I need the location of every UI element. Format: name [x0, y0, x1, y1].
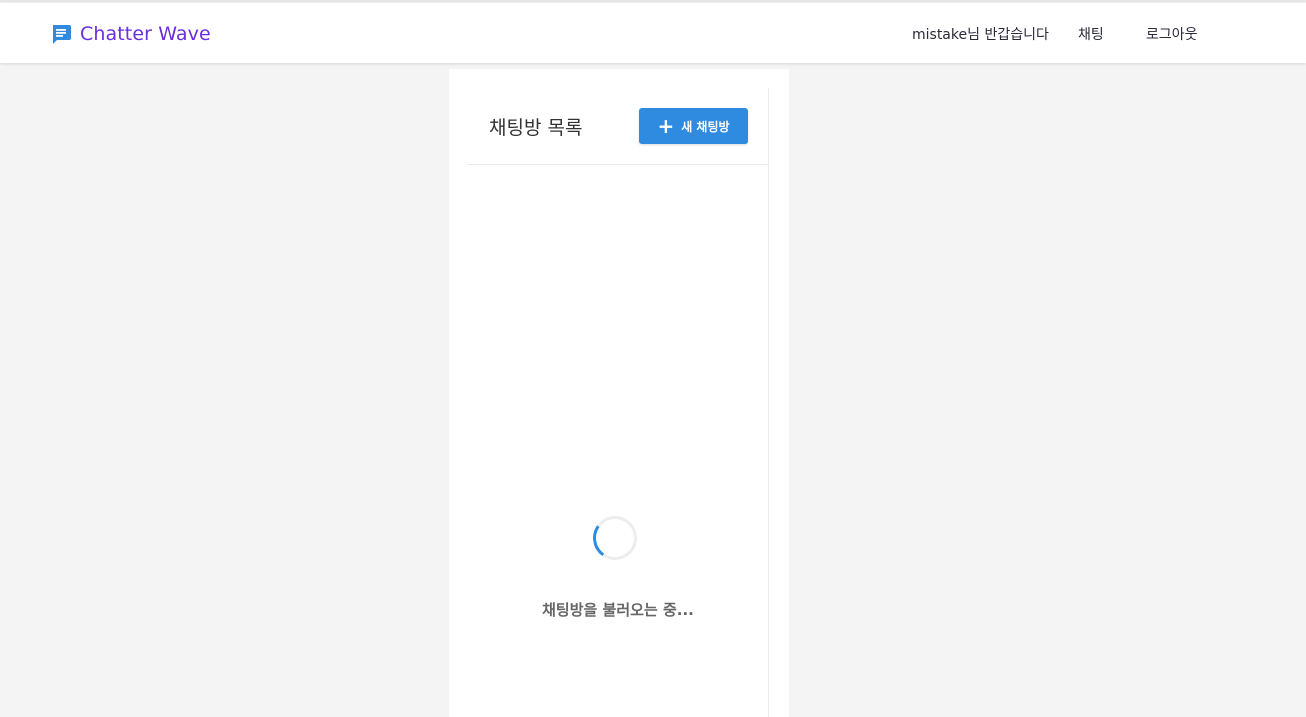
loading-message: 채팅방을 불러오는 중...	[542, 601, 694, 619]
chat-room-list: 채팅방 목록 + 새 채팅방 채팅방을 불러오는 중...	[468, 88, 769, 717]
plus-icon: +	[657, 114, 675, 138]
top-border	[0, 0, 1306, 2]
chat-bubble-icon	[50, 23, 72, 45]
nav-chat-link[interactable]: 채팅	[1078, 24, 1104, 44]
new-chat-room-button[interactable]: + 새 채팅방	[639, 108, 748, 144]
user-greeting: mistake님 반갑습니다	[912, 27, 1049, 43]
chat-list-panel: 채팅방 목록 + 새 채팅방 채팅방을 불러오는 중...	[449, 69, 789, 717]
brand-logo-link[interactable]: Chatter Wave	[50, 21, 211, 47]
loading-spinner-icon	[589, 512, 641, 564]
navbar: Chatter Wave mistake님 반갑습니다 채팅 로그아웃	[0, 3, 1306, 63]
chat-list-header: 채팅방 목록 + 새 채팅방	[468, 88, 768, 165]
nav-logout-link[interactable]: 로그아웃	[1146, 24, 1198, 44]
chat-list-title: 채팅방 목록	[489, 117, 583, 139]
app-name: Chatter Wave	[80, 23, 211, 45]
new-chat-room-label: 새 채팅방	[681, 119, 730, 134]
